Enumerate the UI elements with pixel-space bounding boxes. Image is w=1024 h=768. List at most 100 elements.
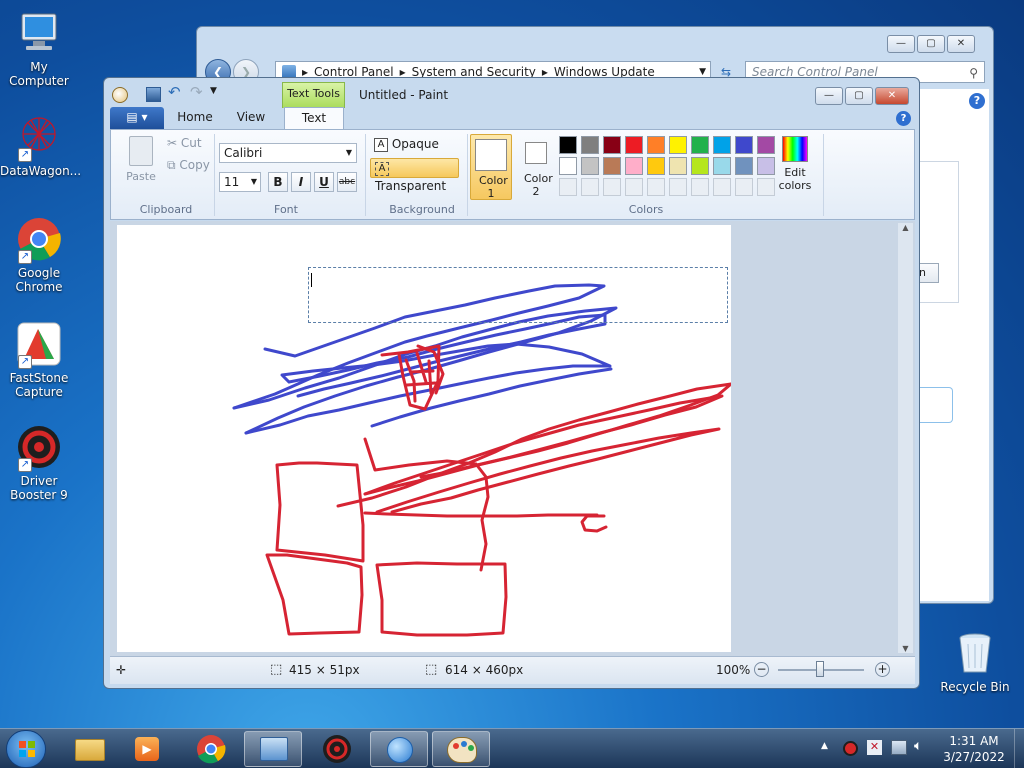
drawing-canvas[interactable]	[117, 225, 731, 652]
edit-colors-button[interactable]: Edit colors	[773, 136, 817, 196]
clipboard-icon	[129, 136, 153, 166]
empty-color-swatch[interactable]	[647, 178, 665, 196]
text-selection-box[interactable]	[308, 267, 728, 323]
scissors-icon: ✂	[167, 136, 178, 150]
taskbar-media-player[interactable]: ▶	[118, 731, 176, 767]
volume-icon[interactable]: 🔈︎	[914, 738, 922, 754]
redo-icon[interactable]: ↷	[190, 83, 203, 101]
color-swatch[interactable]	[603, 157, 621, 175]
scroll-down-icon[interactable]: ▼	[898, 644, 913, 653]
paint-window[interactable]: ↶ ↷ ▼ Text Tools Untitled - Paint — ▢ ✕ …	[103, 77, 920, 689]
empty-color-swatch[interactable]	[581, 178, 599, 196]
close-button[interactable]: ✕	[875, 87, 909, 105]
strikethrough-button[interactable]: abc	[337, 172, 357, 192]
cut-button[interactable]: ✂ Cut	[163, 134, 206, 154]
background-group-label: Background	[389, 203, 455, 216]
show-desktop-button[interactable]	[1014, 729, 1024, 768]
color-swatch[interactable]	[603, 136, 621, 154]
underline-button[interactable]: U	[314, 172, 334, 192]
action-center-icon[interactable]: ✕	[867, 740, 882, 755]
maximize-button[interactable]: ▢	[845, 87, 873, 105]
zoom-out-button[interactable]: −	[754, 662, 769, 677]
undo-icon[interactable]: ↶	[168, 83, 181, 101]
color-swatch[interactable]	[625, 157, 643, 175]
desktop-icon-google-chrome[interactable]: ↗ Google Chrome	[0, 216, 78, 294]
partial-button[interactable]: n	[919, 263, 939, 283]
desktop-icon-my-computer[interactable]: My Computer	[0, 10, 78, 88]
color-swatch[interactable]	[691, 136, 709, 154]
color-swatch[interactable]	[669, 136, 687, 154]
taskbar-control-panel[interactable]	[244, 731, 302, 767]
bold-button[interactable]: B	[268, 172, 288, 192]
vertical-scrollbar[interactable]: ▲ ▼	[898, 223, 913, 653]
color-swatch[interactable]	[647, 136, 665, 154]
quick-access-dropdown[interactable]: ▼	[210, 86, 217, 96]
show-hidden-icons-button[interactable]: ▲	[821, 741, 828, 751]
zoom-slider-thumb[interactable]	[816, 661, 824, 677]
taskbar-explorer[interactable]	[60, 731, 118, 767]
network-icon[interactable]	[891, 740, 907, 755]
empty-color-swatch[interactable]	[625, 178, 643, 196]
opaque-label: Opaque	[391, 137, 439, 151]
chevron-down-icon[interactable]: ▼	[699, 67, 706, 77]
taskbar-chrome[interactable]	[182, 731, 240, 767]
color-swatch[interactable]	[735, 136, 753, 154]
color-swatch[interactable]	[691, 157, 709, 175]
chevron-down-icon: ▼	[250, 177, 257, 186]
image-size: 614 × 460px	[445, 663, 524, 677]
opaque-button[interactable]: A Opaque	[370, 135, 443, 155]
color-swatch[interactable]	[581, 136, 599, 154]
taskbar-driver-booster[interactable]	[308, 731, 366, 767]
empty-color-swatch[interactable]	[603, 178, 621, 196]
color-swatch[interactable]	[581, 157, 599, 175]
driver-booster-tray-icon[interactable]	[843, 741, 858, 756]
font-family-select[interactable]: Calibri ▼	[219, 143, 357, 163]
empty-color-swatch[interactable]	[669, 178, 687, 196]
color2-button[interactable]: Color 2	[515, 134, 557, 200]
color-swatch[interactable]	[735, 157, 753, 175]
tab-home[interactable]: Home	[168, 107, 222, 129]
tab-view[interactable]: View	[224, 107, 278, 129]
taskbar-windows-update[interactable]	[370, 731, 428, 767]
empty-color-swatch[interactable]	[559, 178, 577, 196]
desktop-icon-faststone-capture[interactable]: ↗ FastStone Capture	[0, 321, 78, 399]
help-icon[interactable]: ?	[969, 93, 985, 109]
color-swatch[interactable]	[625, 136, 643, 154]
clock[interactable]: 1:31 AM 3/27/2022	[938, 733, 1010, 765]
image-size-icon: ⬚	[425, 662, 438, 677]
color1-swatch	[475, 139, 507, 171]
empty-color-swatch[interactable]	[691, 178, 709, 196]
tab-text[interactable]: Text	[284, 107, 344, 131]
paint-app-icon[interactable]	[112, 87, 128, 103]
minimize-button[interactable]: —	[887, 35, 915, 53]
minimize-button[interactable]: —	[815, 87, 843, 105]
color-swatch[interactable]	[713, 157, 731, 175]
help-icon[interactable]: ?	[896, 111, 911, 126]
desktop-icon-driver-booster[interactable]: ↗ Driver Booster 9	[0, 424, 78, 502]
start-button[interactable]	[6, 730, 46, 768]
empty-color-swatch[interactable]	[713, 178, 731, 196]
paste-button[interactable]: Paste	[121, 136, 161, 192]
save-icon[interactable]	[146, 87, 161, 102]
italic-button[interactable]: I	[291, 172, 311, 192]
color-swatch[interactable]	[559, 136, 577, 154]
scroll-up-icon[interactable]: ▲	[898, 223, 913, 232]
desktop-icon-label: Driver Booster 9	[10, 474, 68, 502]
taskbar-paint[interactable]	[432, 731, 490, 767]
desktop-icon-label: Recycle Bin	[940, 680, 1010, 694]
desktop-icon-datawagon[interactable]: ↗ DataWagon...	[0, 114, 81, 178]
maximize-button[interactable]: ▢	[917, 35, 945, 53]
color-swatch[interactable]	[647, 157, 665, 175]
color-swatch[interactable]	[713, 136, 731, 154]
desktop-icon-recycle-bin[interactable]: Recycle Bin	[936, 630, 1014, 694]
close-button[interactable]: ✕	[947, 35, 975, 53]
color1-button[interactable]: Color 1	[470, 134, 512, 200]
color-swatch[interactable]	[559, 157, 577, 175]
copy-button[interactable]: ⧉ Copy	[163, 156, 214, 176]
transparent-button[interactable]: A Transparent	[370, 158, 459, 193]
font-size-select[interactable]: 11 ▼	[219, 172, 261, 192]
color-swatch[interactable]	[669, 157, 687, 175]
empty-color-swatch[interactable]	[735, 178, 753, 196]
zoom-in-button[interactable]: +	[875, 662, 890, 677]
paint-menu-button[interactable]: ▤ ▾	[110, 107, 164, 129]
